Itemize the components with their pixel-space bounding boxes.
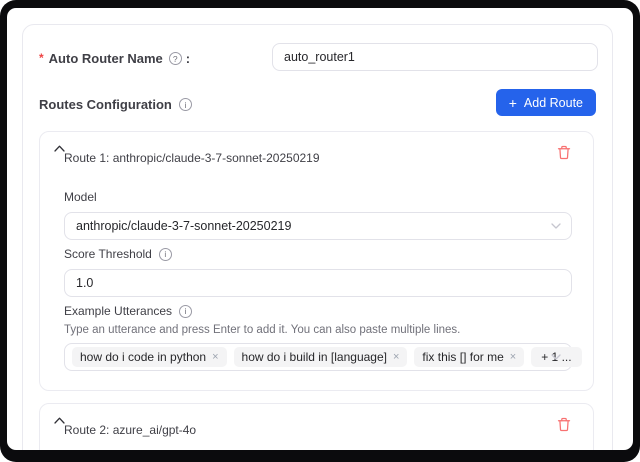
model-select[interactable]: anthropic/claude-3-7-sonnet-20250219 <box>64 212 572 240</box>
delete-route-1-button[interactable] <box>555 143 573 161</box>
info-circle-icon[interactable]: i <box>179 305 192 318</box>
required-asterisk: * <box>39 51 44 65</box>
utterance-tag: how do i code in python × <box>72 347 227 367</box>
utterance-tag: how do i build in [language] × <box>234 347 408 367</box>
utterance-tag-text: fix this [] for me <box>422 350 503 364</box>
chevron-down-icon <box>551 223 561 229</box>
utterance-tag-text: how do i code in python <box>80 350 206 364</box>
add-route-button-label: Add Route <box>524 96 583 110</box>
routes-configuration-label: Routes Configuration i <box>39 97 192 112</box>
auto-router-name-label-text: Auto Router Name <box>49 51 163 66</box>
delete-route-2-button[interactable] <box>555 415 573 433</box>
app-window: * Auto Router Name ? : Routes Configurat… <box>0 0 640 462</box>
label-colon: : <box>186 51 190 66</box>
route-card-2: Route 2: azure_ai/gpt-4o <box>39 403 594 450</box>
info-circle-icon[interactable]: i <box>159 248 172 261</box>
app-screen: * Auto Router Name ? : Routes Configurat… <box>7 8 633 450</box>
example-utterances-label-text: Example Utterances <box>64 304 172 318</box>
chevron-down-icon <box>551 354 561 360</box>
utterance-tag-text: how do i build in [language] <box>242 350 387 364</box>
route-1-title: Route 1: anthropic/claude-3-7-sonnet-202… <box>64 151 320 165</box>
score-threshold-label: Score Threshold i <box>64 247 172 261</box>
score-threshold-input[interactable] <box>64 269 572 297</box>
question-circle-icon[interactable]: ? <box>169 52 182 65</box>
remove-tag-icon[interactable]: × <box>212 352 218 363</box>
trash-icon <box>557 145 571 160</box>
model-label-text: Model <box>64 190 97 204</box>
trash-icon <box>557 417 571 432</box>
auto-router-name-label: * Auto Router Name ? : <box>39 51 190 66</box>
plus-icon: + <box>509 96 517 110</box>
chevron-up-icon <box>54 417 65 424</box>
score-threshold-label-text: Score Threshold <box>64 247 152 261</box>
remove-tag-icon[interactable]: × <box>393 352 399 363</box>
auto-router-form-card: * Auto Router Name ? : Routes Configurat… <box>22 24 613 450</box>
route-card-1: Route 1: anthropic/claude-3-7-sonnet-202… <box>39 131 594 391</box>
model-label: Model <box>64 190 97 204</box>
auto-router-name-input[interactable] <box>272 43 598 71</box>
utterance-tag: fix this [] for me × <box>414 347 524 367</box>
add-route-button[interactable]: + Add Route <box>496 89 596 116</box>
example-utterances-label: Example Utterances i <box>64 304 192 318</box>
utterances-helper-text: Type an utterance and press Enter to add… <box>64 324 460 336</box>
info-circle-icon[interactable]: i <box>179 98 192 111</box>
model-select-value: anthropic/claude-3-7-sonnet-20250219 <box>76 219 291 233</box>
remove-tag-icon[interactable]: × <box>510 352 516 363</box>
route-2-title: Route 2: azure_ai/gpt-4o <box>64 423 196 437</box>
chevron-up-icon <box>54 145 65 152</box>
routes-configuration-label-text: Routes Configuration <box>39 97 172 112</box>
utterances-multiselect[interactable]: how do i code in python × how do i build… <box>64 343 572 371</box>
